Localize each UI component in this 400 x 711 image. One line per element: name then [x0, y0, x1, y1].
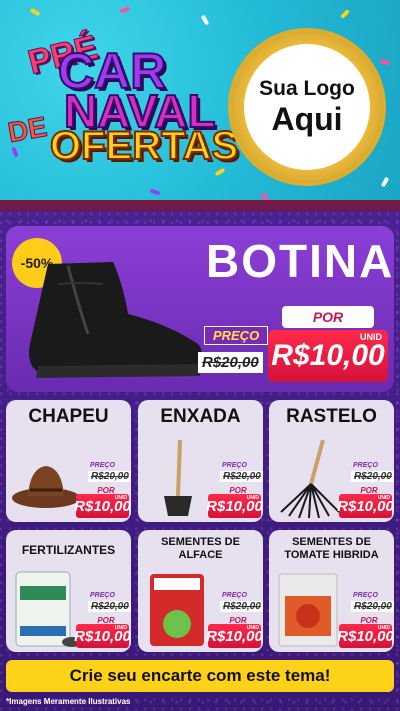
new-price-value: R$10,00 — [271, 339, 385, 372]
product-card: ENXADA PREÇO R$20,00 POR UNID R$10,00 — [138, 400, 263, 522]
product-card: SEMENTES DE ALFACE PREÇO R$20,00 POR UNI… — [138, 530, 263, 652]
product-name: FERTILIZANTES — [21, 543, 116, 557]
product-name: SEMENTES DE ALFACE — [161, 536, 240, 561]
unit-label: UNID — [377, 625, 390, 631]
old-price-label: PREÇO — [90, 592, 115, 599]
seed-bag-icon — [278, 573, 338, 647]
unit-label: UNID — [114, 625, 127, 631]
old-price: PREÇO R$20,00 — [82, 462, 131, 482]
old-price: PREÇO R$20,00 — [345, 592, 394, 612]
seed-packet-icon — [150, 574, 204, 646]
event-logo: PRÉ CAR NAVAL DE OFERTAS — [5, 22, 239, 192]
product-card: RASTELO PREÇO R$20,00 POR UNID R$10,00 — [269, 400, 394, 522]
old-price-value: R$20,00 — [220, 471, 263, 482]
product-name: RASTELO — [286, 406, 377, 427]
unit-label: UNID — [114, 495, 127, 501]
logo-circle: Sua Logo Aqui — [244, 44, 370, 170]
flyer: PRÉ CAR NAVAL DE OFERTAS Sua Logo Aqui -… — [0, 0, 400, 711]
disclaimer-text: *Imagens Meramente Ilustrativas — [6, 697, 131, 706]
featured-product-card: -50% BOTINA PREÇO R$20,00 POR UNID R$10,… — [6, 226, 394, 392]
old-price-value: R$20,00 — [198, 352, 263, 373]
new-price-box: UNID R$10,00 — [206, 494, 263, 518]
old-price: PREÇO R$20,00 — [214, 592, 263, 612]
unit-label: UNID — [246, 495, 259, 501]
confetti — [379, 58, 391, 66]
confetti-header: PRÉ CAR NAVAL DE OFERTAS Sua Logo Aqui — [0, 0, 400, 212]
unit-label: UNID — [360, 332, 382, 342]
title-ofertas: OFERTAS — [49, 123, 239, 169]
featured-old-price: PREÇO R$20,00 — [196, 326, 276, 382]
product-card: CHAPEU PREÇO R$20,00 POR UNID R$10,00 — [6, 400, 131, 522]
confetti — [340, 9, 350, 19]
confetti — [380, 176, 390, 188]
logo-placeholder: Sua Logo Aqui — [232, 32, 382, 182]
new-price-box: UNID R$10,00 — [74, 624, 131, 648]
hat-icon — [12, 466, 80, 508]
hoe-icon — [164, 439, 192, 516]
featured-product-name: BOTINA — [206, 235, 394, 287]
old-price-label: PREÇO — [222, 462, 247, 469]
old-price-label: PREÇO — [353, 592, 378, 599]
old-price-label: PREÇO — [222, 592, 247, 599]
old-price: PREÇO R$20,00 — [82, 592, 131, 612]
boot-icon — [29, 262, 203, 378]
new-price-box: UNID R$10,00 — [268, 330, 388, 382]
new-price-label: POR — [97, 486, 115, 495]
old-price-value: R$20,00 — [351, 601, 394, 612]
new-price-label: POR — [229, 486, 247, 495]
old-price-value: R$20,00 — [220, 601, 263, 612]
title-de: DE — [5, 110, 50, 149]
old-price-label: PREÇO — [353, 462, 378, 469]
new-price-box: UNID R$10,00 — [74, 494, 131, 518]
product-card: SEMENTES DE TOMATE HIBRIDA PREÇO R$20,00… — [269, 530, 394, 652]
unit-label: UNID — [246, 625, 259, 631]
old-price: PREÇO R$20,00 — [345, 462, 394, 482]
new-price-label: POR — [360, 486, 378, 495]
old-price-value: R$20,00 — [88, 471, 131, 482]
cta-banner[interactable]: Crie seu encarte com este tema! — [6, 660, 394, 692]
new-price-label: POR — [229, 616, 247, 625]
fertilizer-bag-icon — [15, 571, 82, 647]
logo-text-line2: Aqui — [271, 100, 343, 137]
old-price: PREÇO R$20,00 — [214, 462, 263, 482]
product-card: FERTILIZANTES PREÇO R$20,00 POR UNID R$1… — [6, 530, 131, 652]
new-price-label: POR — [282, 306, 374, 328]
new-price-box: UNID R$10,00 — [206, 624, 263, 648]
new-price-box: UNID R$10,00 — [337, 624, 394, 648]
confetti — [29, 7, 41, 17]
logo-text-line1: Sua Logo — [259, 76, 355, 100]
unit-label: UNID — [377, 495, 390, 501]
old-price-label: PREÇO — [90, 462, 115, 469]
old-price-label: PREÇO — [204, 326, 269, 345]
new-price-box: UNID R$10,00 — [337, 494, 394, 518]
product-name: CHAPEU — [28, 406, 109, 427]
featured-new-price: POR UNID R$10,00 — [268, 306, 388, 386]
new-price-label: POR — [97, 616, 115, 625]
new-price-label: POR — [360, 616, 378, 625]
product-name: SEMENTES DE TOMATE HIBRIDA — [284, 536, 379, 561]
old-price-value: R$20,00 — [351, 471, 394, 482]
old-price-value: R$20,00 — [88, 601, 131, 612]
product-name: ENXADA — [160, 406, 241, 427]
rake-icon — [280, 439, 340, 518]
confetti — [119, 6, 131, 14]
